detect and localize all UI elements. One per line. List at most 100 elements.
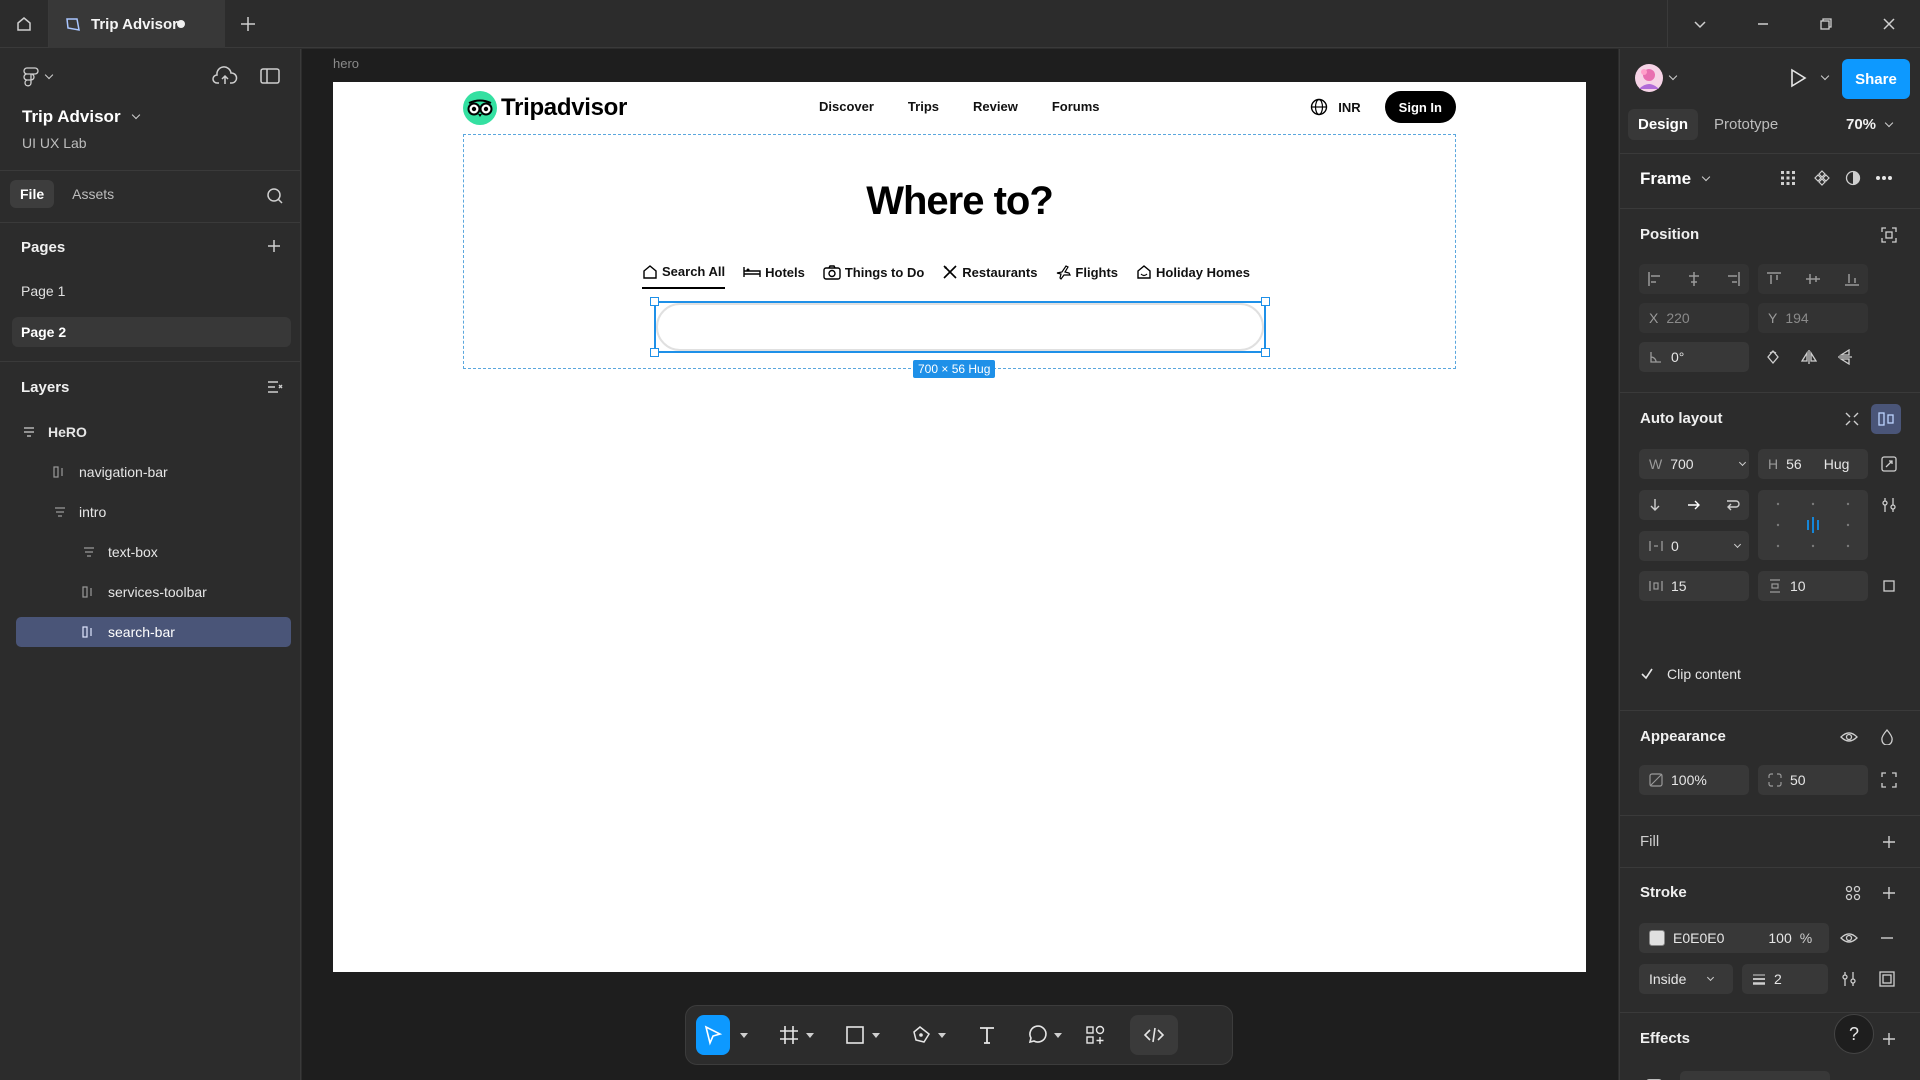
tab-design[interactable]: Design <box>1628 109 1699 140</box>
align-left-icon[interactable] <box>1647 271 1663 287</box>
add-stroke-button[interactable] <box>1874 878 1904 908</box>
resize-handle-tl[interactable] <box>650 297 659 306</box>
frame-name-label[interactable]: hero <box>333 56 359 71</box>
stroke-weight-field[interactable]: 2 <box>1742 964 1828 994</box>
align-bottom-icon[interactable] <box>1844 271 1860 287</box>
tab-file[interactable]: File <box>10 180 55 208</box>
help-button[interactable]: ? <box>1834 1014 1874 1054</box>
effect-type-select[interactable]: Drop shadow <box>1680 1071 1830 1080</box>
align-middle-icon[interactable] <box>1805 271 1821 287</box>
file-tab[interactable]: Trip Advisor <box>49 0 225 48</box>
layout-settings-button[interactable] <box>1874 490 1904 520</box>
remove-effect-button[interactable] <box>1874 1071 1904 1080</box>
remove-stroke-button[interactable] <box>1872 923 1902 953</box>
text-tool[interactable] <box>970 1015 1004 1055</box>
move-tool-dropdown[interactable] <box>734 1015 754 1055</box>
cloud-upload-button[interactable] <box>212 65 238 87</box>
intro-container[interactable]: Where to? Search All Hotels Things to Do… <box>463 134 1456 369</box>
layer-search-bar[interactable]: search-bar <box>16 617 291 647</box>
minimize-button[interactable] <box>1731 0 1794 48</box>
tab-prototype[interactable]: Prototype <box>1704 109 1788 140</box>
shape-tool[interactable] <box>838 1015 886 1055</box>
align-center-h-icon[interactable] <box>1686 271 1702 287</box>
add-effect-button[interactable] <box>1874 1024 1904 1054</box>
layer-services-toolbar[interactable]: services-toolbar <box>16 577 291 607</box>
pen-tool[interactable] <box>904 1015 952 1055</box>
stroke-color-swatch[interactable] <box>1649 930 1665 946</box>
layer-text-box[interactable]: text-box <box>16 537 291 567</box>
service-hotels[interactable]: Hotels <box>743 261 805 283</box>
resize-handle-bl[interactable] <box>650 348 659 357</box>
new-tab-button[interactable] <box>238 14 258 34</box>
align-top-icon[interactable] <box>1766 271 1782 287</box>
rotation-field[interactable]: 0° <box>1639 342 1749 372</box>
x-position-field[interactable]: X 220 <box>1639 303 1749 333</box>
visibility-button[interactable] <box>1834 722 1864 752</box>
service-restaurants[interactable]: Restaurants <box>942 261 1037 283</box>
layer-navigation-bar[interactable]: navigation-bar <box>16 457 291 487</box>
resize-to-fit-button[interactable] <box>1874 449 1904 479</box>
comment-tool[interactable] <box>1020 1015 1068 1055</box>
individual-padding-button[interactable] <box>1874 571 1904 601</box>
tabs-dropdown-button[interactable] <box>1668 0 1731 48</box>
auto-layout-collapse-button[interactable] <box>1837 404 1867 434</box>
resize-handle-tr[interactable] <box>1261 297 1270 306</box>
service-things-to-do[interactable]: Things to Do <box>823 261 924 283</box>
grid-layout-button[interactable] <box>1773 163 1803 193</box>
auto-layout-toggle-button[interactable] <box>1871 404 1901 434</box>
collapse-layers-button[interactable] <box>266 379 284 395</box>
nav-link-forums[interactable]: Forums <box>1052 99 1100 114</box>
resize-handle-br[interactable] <box>1261 348 1270 357</box>
opacity-field[interactable]: 100% <box>1639 765 1749 795</box>
stroke-styles-button[interactable] <box>1838 878 1868 908</box>
dev-mode-toggle[interactable] <box>1130 1015 1178 1055</box>
service-flights[interactable]: Flights <box>1055 261 1118 283</box>
stroke-color-field[interactable]: E0E0E0 100 % <box>1639 923 1829 953</box>
stroke-sides-button[interactable] <box>1872 964 1902 994</box>
home-button[interactable] <box>0 0 49 48</box>
alignment-grid[interactable] <box>1758 490 1868 560</box>
share-button[interactable]: Share <box>1842 59 1910 99</box>
width-field[interactable]: W 700 <box>1639 449 1749 479</box>
mask-button[interactable] <box>1838 163 1868 193</box>
align-right-icon[interactable] <box>1725 271 1741 287</box>
layer-type-selector[interactable]: Frame <box>1640 169 1711 189</box>
present-button[interactable] <box>1788 67 1830 89</box>
independent-corners-button[interactable] <box>1874 765 1904 795</box>
nav-link-review[interactable]: Review <box>973 99 1018 114</box>
canvas[interactable]: hero Tripadvisor Discover Trips Review F… <box>302 49 1618 1080</box>
gap-field[interactable]: 0 <box>1639 531 1749 561</box>
user-avatar-button[interactable] <box>1634 63 1678 93</box>
add-page-button[interactable] <box>266 238 282 254</box>
search-layers-button[interactable] <box>266 187 284 205</box>
arrow-right-icon[interactable] <box>1686 497 1702 513</box>
flip-horizontal-button[interactable] <box>1794 342 1824 372</box>
stroke-position-select[interactable]: Inside <box>1639 964 1733 994</box>
hero-frame[interactable]: Tripadvisor Discover Trips Review Forums… <box>333 82 1586 972</box>
stroke-visibility-button[interactable] <box>1834 923 1864 953</box>
flip-vertical-button[interactable] <box>1830 342 1860 372</box>
frame-tool[interactable] <box>772 1015 820 1055</box>
toggle-sidebar-button[interactable] <box>260 68 280 84</box>
padding-horizontal-field[interactable]: 15 <box>1639 571 1749 601</box>
component-button[interactable] <box>1807 163 1837 193</box>
position-target-button[interactable] <box>1874 220 1904 250</box>
more-options-button[interactable] <box>1869 163 1899 193</box>
tab-assets[interactable]: Assets <box>62 180 124 208</box>
y-position-field[interactable]: Y 194 <box>1758 303 1868 333</box>
actions-tool[interactable] <box>1078 1015 1112 1055</box>
currency-selector[interactable]: INR <box>1338 100 1360 115</box>
move-tool[interactable] <box>696 1015 730 1055</box>
padding-vertical-field[interactable]: 10 <box>1758 571 1868 601</box>
navigation-bar[interactable]: Tripadvisor Discover Trips Review Forums… <box>463 90 1456 126</box>
service-holiday-homes[interactable]: Holiday Homes <box>1136 261 1250 283</box>
sign-in-button[interactable]: Sign In <box>1384 91 1456 123</box>
wrap-icon[interactable] <box>1725 497 1741 513</box>
main-menu-button[interactable] <box>22 67 54 87</box>
rotate-button[interactable] <box>1758 342 1788 372</box>
layer-intro[interactable]: intro <box>16 497 291 527</box>
zoom-selector[interactable]: 70% <box>1846 116 1894 133</box>
close-button[interactable] <box>1857 0 1920 48</box>
height-field[interactable]: H 56 Hug <box>1758 449 1868 479</box>
service-search-all[interactable]: Search All <box>642 261 726 289</box>
